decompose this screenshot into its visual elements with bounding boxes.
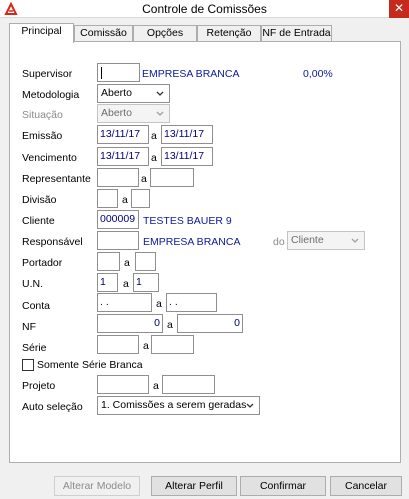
serie-sep: a bbox=[143, 340, 149, 352]
nf-label: NF bbox=[22, 321, 36, 333]
conta-from-input[interactable]: . . bbox=[97, 293, 152, 312]
un-from-input[interactable]: 1 bbox=[97, 273, 118, 292]
vencimento-label: Vencimento bbox=[22, 152, 77, 164]
conta-sep: a bbox=[156, 298, 162, 310]
portador-label: Portador bbox=[22, 257, 63, 269]
projeto-label: Projeto bbox=[22, 380, 56, 392]
chevron-down-icon bbox=[156, 91, 164, 96]
cliente-code-input[interactable]: 000009 bbox=[97, 210, 139, 229]
supervisor-code-input[interactable] bbox=[97, 63, 140, 82]
chevron-down-icon bbox=[351, 238, 359, 243]
representante-from-input[interactable] bbox=[97, 168, 139, 187]
representante-sep: a bbox=[141, 173, 147, 185]
vencimento-from-input[interactable]: 13/11/17 bbox=[97, 147, 149, 166]
emissao-to-input[interactable]: 13/11/17 bbox=[161, 125, 213, 144]
alterar-modelo-button: Alterar Modelo bbox=[54, 476, 140, 496]
divisao-sep: a bbox=[122, 194, 128, 206]
projeto-sep: a bbox=[153, 380, 159, 392]
conta-to-input[interactable]: . . bbox=[166, 293, 217, 312]
serie-from-input[interactable] bbox=[97, 335, 139, 354]
tab-bar: Principal Comissão Opções Retenção NF de… bbox=[9, 23, 399, 43]
portador-sep: a bbox=[124, 257, 130, 269]
chevron-down-icon bbox=[156, 111, 164, 116]
title-bar: Controle de Comissões ✕ bbox=[0, 0, 409, 18]
vencimento-sep: a bbox=[151, 152, 157, 164]
cliente-label: Cliente bbox=[22, 215, 55, 227]
alterar-perfil-button[interactable]: Alterar Perfil bbox=[151, 476, 237, 496]
projeto-to-input[interactable] bbox=[162, 375, 215, 394]
un-to-input[interactable]: 1 bbox=[133, 273, 159, 292]
responsavel-name: EMPRESA BRANCA bbox=[143, 236, 241, 248]
vencimento-to-input[interactable]: 13/11/17 bbox=[161, 147, 213, 166]
situacao-select: Aberto bbox=[97, 104, 170, 123]
principal-panel: Supervisor EMPRESA BRANCA 0,00% Metodolo… bbox=[9, 41, 401, 463]
tab-principal[interactable]: Principal bbox=[9, 23, 74, 43]
supervisor-name: EMPRESA BRANCA bbox=[142, 68, 240, 80]
serie-label: Série bbox=[22, 342, 47, 354]
divisao-from-input[interactable] bbox=[97, 189, 118, 208]
supervisor-percent: 0,00% bbox=[303, 68, 333, 80]
nf-from-input[interactable]: 0 bbox=[97, 314, 163, 333]
serie-to-input[interactable] bbox=[151, 335, 194, 354]
situacao-label: Situação bbox=[22, 109, 63, 121]
auto-selecao-select[interactable]: 1. Comissões a serem geradas bbox=[97, 396, 260, 415]
emissao-from-input[interactable]: 13/11/17 bbox=[97, 125, 149, 144]
projeto-from-input[interactable] bbox=[97, 375, 149, 394]
conta-label: Conta bbox=[22, 300, 51, 312]
representante-label: Representante bbox=[22, 173, 91, 185]
emissao-sep: a bbox=[151, 130, 157, 142]
auto-selecao-label: Auto seleção bbox=[22, 401, 83, 413]
tab-opcoes[interactable]: Opções bbox=[133, 25, 197, 42]
window-title: Controle de Comissões bbox=[142, 2, 267, 16]
chevron-down-icon bbox=[246, 403, 254, 408]
confirmar-button[interactable]: Confirmar bbox=[240, 476, 326, 496]
responsavel-do-label: do bbox=[273, 236, 285, 248]
un-sep: a bbox=[123, 278, 129, 290]
cancelar-button[interactable]: Cancelar bbox=[330, 476, 402, 496]
somente-serie-branca-checkbox[interactable] bbox=[22, 359, 34, 371]
nf-to-input[interactable]: 0 bbox=[177, 314, 243, 333]
representante-to-input[interactable] bbox=[150, 168, 194, 187]
close-icon[interactable]: ✕ bbox=[389, 0, 409, 18]
tab-comissao[interactable]: Comissão bbox=[74, 25, 133, 42]
responsavel-label: Responsável bbox=[22, 236, 83, 248]
supervisor-label: Supervisor bbox=[22, 68, 73, 80]
portador-from-input[interactable] bbox=[97, 252, 120, 271]
nf-sep: a bbox=[167, 319, 173, 331]
tab-retencao[interactable]: Retenção bbox=[197, 25, 261, 42]
metodologia-select[interactable]: Aberto bbox=[97, 84, 170, 103]
un-label: U.N. bbox=[22, 278, 43, 290]
text-cursor bbox=[101, 67, 102, 79]
responsavel-code-input[interactable] bbox=[97, 231, 139, 250]
emissao-label: Emissão bbox=[22, 130, 63, 142]
tab-nf-entrada[interactable]: NF de Entrada bbox=[261, 25, 332, 42]
somente-serie-branca-label: Somente Série Branca bbox=[37, 359, 143, 371]
responsavel-do-select: Cliente bbox=[287, 231, 365, 250]
cliente-name: TESTES BAUER 9 bbox=[143, 215, 232, 227]
portador-to-input[interactable] bbox=[135, 252, 156, 271]
divisao-label: Divisão bbox=[22, 194, 57, 206]
divisao-to-input[interactable] bbox=[131, 189, 150, 208]
metodologia-label: Metodologia bbox=[22, 89, 80, 101]
